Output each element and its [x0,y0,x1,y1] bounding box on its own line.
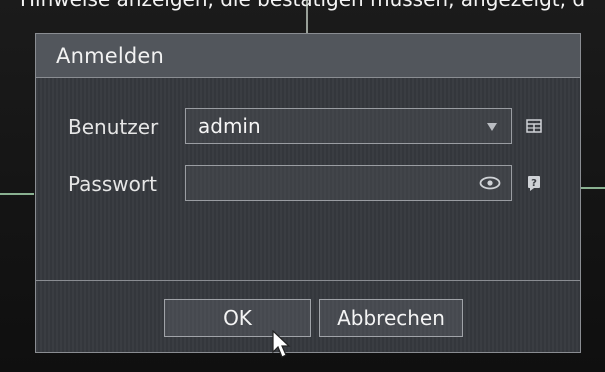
user-row: Benutzer admin [36,108,580,146]
password-row: Passwort ? [36,165,580,203]
password-label: Passwort [68,172,157,196]
mouse-cursor-icon [272,330,291,358]
eye-icon[interactable] [479,174,501,192]
chevron-down-icon[interactable] [487,123,497,131]
user-label: Benutzer [68,115,159,139]
user-value: admin [198,114,261,138]
dialog-title: Anmelden [56,43,165,68]
user-list-icon[interactable] [526,118,542,134]
grid-line-vertical [306,0,308,34]
login-dialog: Anmelden Benutzer admin Passwort ? OK Ab… [35,33,581,353]
grid-line-right [577,187,605,189]
question-icon[interactable]: ? [526,175,542,191]
password-input[interactable] [186,166,490,200]
cancel-button[interactable]: Abbrechen [319,299,463,337]
screen: Hinweise anzeigen, die bestätigen müssen… [0,0,605,372]
background-caption: Hinweise anzeigen, die bestätigen müssen… [0,0,605,10]
footer-divider [36,280,580,281]
grid-line-left [0,193,34,195]
svg-text:?: ? [531,178,537,189]
password-field-box [185,165,512,201]
user-select[interactable]: admin [185,108,512,144]
dialog-header: Anmelden [36,34,580,78]
